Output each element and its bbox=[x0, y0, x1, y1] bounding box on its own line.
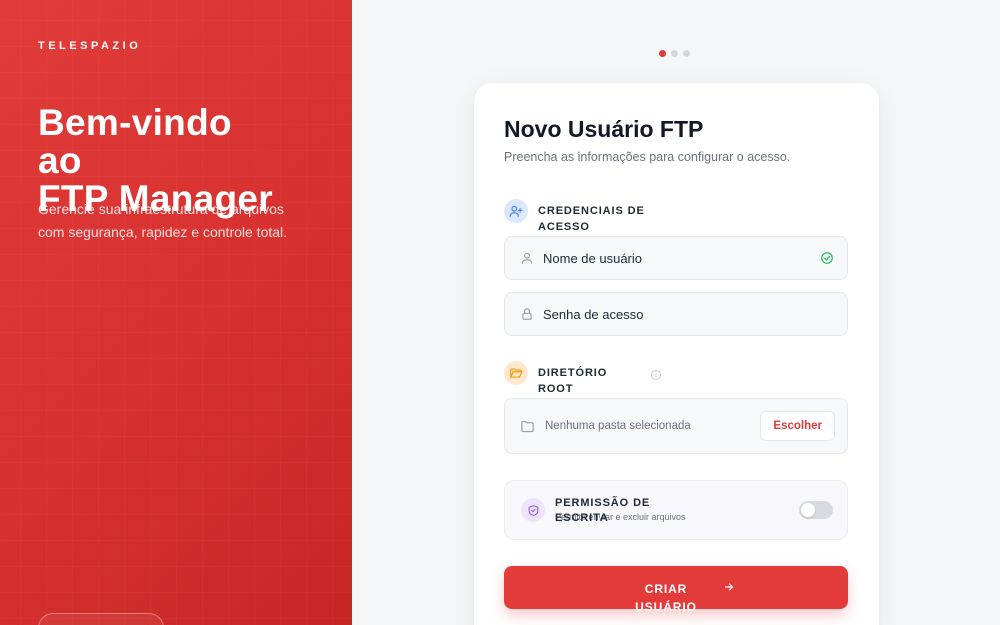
check-circle-icon bbox=[819, 250, 835, 266]
info-icon[interactable] bbox=[650, 368, 662, 380]
credentials-section-label: CREDENCIAIS DE ACESSO bbox=[538, 205, 645, 233]
credentials-section-header: CREDENCIAIS DE ACESSO bbox=[504, 199, 648, 235]
create-user-button-label: CRIAR USUÁRIO bbox=[635, 582, 697, 614]
password-field[interactable]: Senha de acesso bbox=[504, 292, 848, 336]
write-permission-toggle[interactable] bbox=[799, 501, 833, 519]
step-indicator bbox=[659, 50, 690, 57]
form-subtitle: Preencha as informações para configurar … bbox=[504, 150, 791, 164]
hero-title-line: ao bbox=[38, 140, 82, 181]
form-area: Novo Usuário FTP Preencha as informações… bbox=[352, 0, 1000, 625]
password-input[interactable]: Senha de acesso bbox=[543, 307, 847, 322]
welcome-panel: TELESPAZIO Bem-vindo ao FTP Manager Gere… bbox=[0, 0, 352, 625]
form-title: Novo Usuário FTP bbox=[504, 116, 704, 142]
user-plus-icon bbox=[504, 199, 528, 223]
shield-check-icon bbox=[521, 498, 545, 522]
hero-description: Gerencie sua infraestrutura de arquivos … bbox=[38, 201, 288, 240]
step-dot bbox=[683, 50, 690, 57]
background-pattern bbox=[0, 0, 352, 625]
write-permission-label: PERMISSÃO DE ESCRITA bbox=[555, 497, 651, 524]
hero-title-line: Bem-vindo bbox=[38, 102, 232, 143]
root-directory-picker: Nenhuma pasta selecionada Escolher bbox=[504, 398, 848, 454]
write-permission-box: Permitir enviar e excluir arquivos PERMI… bbox=[504, 480, 848, 540]
username-field[interactable]: Nome de usuário bbox=[504, 236, 848, 280]
arrow-right-icon bbox=[723, 580, 737, 594]
lock-icon bbox=[517, 304, 537, 324]
username-input[interactable]: Nome de usuário bbox=[543, 251, 819, 266]
folder-open-icon bbox=[504, 361, 528, 385]
folder-icon bbox=[517, 416, 537, 436]
footer-pill bbox=[38, 613, 164, 625]
step-dot-active bbox=[659, 50, 666, 57]
selected-folder-text: Nenhuma pasta selecionada bbox=[545, 420, 691, 432]
create-user-button[interactable]: CRIAR USUÁRIO bbox=[504, 566, 848, 614]
directory-section-header: DIRETÓRIO ROOT bbox=[504, 361, 618, 397]
toggle-knob bbox=[801, 503, 815, 517]
new-ftp-user-card: Novo Usuário FTP Preencha as informações… bbox=[474, 83, 879, 625]
directory-section-label: DIRETÓRIO ROOT bbox=[538, 367, 608, 395]
step-dot bbox=[671, 50, 678, 57]
choose-folder-button[interactable]: Escolher bbox=[760, 411, 835, 441]
brand-logo-text: TELESPAZIO bbox=[38, 40, 142, 52]
user-icon bbox=[517, 248, 537, 268]
